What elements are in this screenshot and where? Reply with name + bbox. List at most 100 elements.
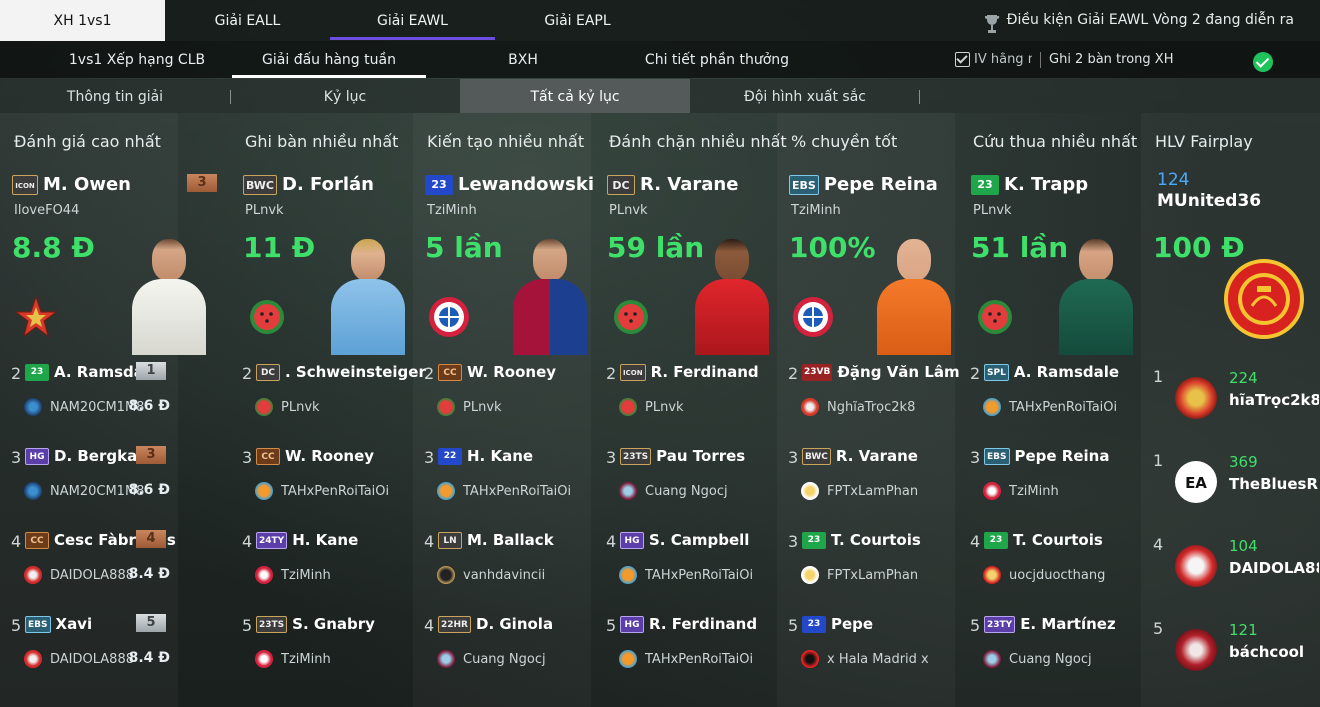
top-username: PLnvk: [973, 203, 1012, 218]
rank-number: 5: [11, 616, 22, 635]
list-item[interactable]: 4 104 DAIDOLA88: [1141, 535, 1319, 615]
checkbox-icon[interactable]: [955, 52, 970, 67]
trophy-icon: [983, 10, 1001, 33]
list-item[interactable]: 3 HG D. Bergkamp 3 NAM20CM1M8 8.6 Đ: [0, 444, 178, 524]
list-item[interactable]: 4 CC Cesc Fàbregas 4 DAIDOLA888 8.4 Đ: [0, 528, 178, 608]
list-item[interactable]: 2 CC W. Rooney PLnvk: [413, 360, 591, 440]
aston-villa-crest-icon: [619, 482, 637, 500]
user-row: DAIDOLA888: [24, 650, 134, 668]
list-item[interactable]: 5 23 Pepe x Hala Madrid x: [777, 612, 955, 692]
season-badge: ICON: [12, 174, 38, 195]
user-row: TAHxPenRoiTaiOi: [437, 482, 571, 500]
user-row: Cuang Ngocj: [437, 650, 546, 668]
user-row: TAHxPenRoiTaiOi: [619, 566, 753, 584]
player-name: Xavi: [55, 615, 93, 633]
top-username: IloveFO44: [14, 203, 80, 218]
tab-giai-dau-hang-tuan[interactable]: Giải đấu hàng tuần: [232, 41, 426, 78]
player-name-row: 23VB Đặng Văn Lâm: [802, 363, 960, 381]
rank-number: 5: [1153, 619, 1164, 638]
top-value: 100%: [789, 231, 876, 264]
tab-1vs1-xep-hang-clb[interactable]: 1vs1 Xếp hạng CLB: [42, 41, 232, 78]
list-item[interactable]: 2 23VB Đặng Văn Lâm NghĩaTrọc2k8: [777, 360, 960, 440]
list-item[interactable]: 2 ICON R. Ferdinand PLnvk: [595, 360, 773, 440]
top-player[interactable]: ICON M. Owen: [12, 174, 131, 195]
list-item[interactable]: 1 224 hĩaTrọc2k8: [1141, 367, 1319, 447]
player-name-row: CC W. Rooney: [256, 447, 374, 465]
rank-number: 5: [970, 616, 981, 635]
list-item[interactable]: 5 EBS Xavi 5 DAIDOLA888 8.4 Đ: [0, 612, 178, 692]
rank-badge: 4: [136, 530, 166, 548]
list-item[interactable]: 5 121 báchcool: [1141, 619, 1319, 699]
list-item[interactable]: 5 23TS S. Gnabry TziMinh: [231, 612, 409, 692]
username: FPTxLamPhan: [827, 567, 919, 583]
tab-giai-eall[interactable]: Giải EALL: [165, 0, 330, 41]
top-username: TziMinh: [791, 203, 841, 218]
username: TAHxPenRoiTaiOi: [645, 651, 754, 667]
entry-value: 8.6 Đ: [128, 482, 170, 498]
list-item[interactable]: 3 EBS Pepe Reina TziMinh: [959, 444, 1137, 524]
top-player[interactable]: 23 K. Trapp: [971, 174, 1088, 195]
list-item[interactable]: 4 22HR D. Ginola Cuang Ngocj: [413, 612, 591, 692]
tab-giai-eawl[interactable]: Giải EAWL: [330, 0, 495, 41]
user-row: TziMinh: [255, 566, 331, 584]
rank-number: 3: [788, 448, 799, 467]
top-player[interactable]: BWC D. Forlán: [243, 174, 374, 195]
aston-villa-crest-icon: [437, 650, 455, 668]
list-item[interactable]: 3 23 T. Courtois FPTxLamPhan: [777, 528, 955, 608]
rank-number: 4: [424, 532, 435, 551]
record-column-rating: Đánh giá cao nhất ICON M. Owen 3 IloveFO…: [0, 113, 217, 707]
tab-thong-tin-giai[interactable]: Thông tin giải: [0, 79, 230, 113]
season-badge: DC: [607, 174, 635, 195]
list-item[interactable]: 3 22 H. Kane TAHxPenRoiTaiOi: [413, 444, 591, 524]
tab-doi-hinh-xuat-sac[interactable]: Đội hình xuất sắc: [690, 79, 920, 113]
list-item[interactable]: 3 23TS Pau Torres Cuang Ngocj: [595, 444, 773, 524]
league-notice[interactable]: Điều kiện Giải EAWL Vòng 2 đang diễn ra: [983, 0, 1294, 41]
list-item[interactable]: 4 24TY H. Kane TziMinh: [231, 528, 409, 608]
top-username[interactable]: MUnited36: [1157, 191, 1261, 211]
username: PLnvk: [463, 399, 502, 415]
top-player[interactable]: 23 Lewandowski: [425, 174, 594, 195]
player-name: M. Ballack: [467, 531, 554, 549]
aston-villa-crest-icon: [983, 650, 1001, 668]
watermelon-club-logo: [609, 295, 653, 339]
list-item[interactable]: 2 SPL A. Ramsdale TAHxPenRoiTaiOi: [959, 360, 1137, 440]
tab-xh-1vs1[interactable]: XH 1vs1: [0, 0, 165, 41]
rank-number: 4: [1153, 535, 1164, 554]
top-player[interactable]: DC R. Varane: [607, 174, 738, 195]
tab-bxh[interactable]: BXH: [426, 41, 620, 78]
list-item[interactable]: 3 CC W. Rooney TAHxPenRoiTaiOi: [231, 444, 409, 524]
leverkusen-crest-icon: [801, 650, 819, 668]
username: DAIDOLA888: [50, 651, 134, 667]
list-item[interactable]: 4 LN M. Ballack vanhdavincii: [413, 528, 591, 608]
mission-bar[interactable]: IV hằng ngày Ghi 2 bàn trong XH: [955, 41, 1173, 78]
list-item[interactable]: 1 EA 369 TheBluesR: [1141, 451, 1319, 531]
username: TAHxPenRoiTaiOi: [645, 567, 754, 583]
rank-number: 4: [606, 532, 617, 551]
season-badge: BWC: [802, 447, 831, 465]
rank-number: 5: [242, 616, 253, 635]
top-player[interactable]: EBS Pepe Reina: [789, 174, 938, 195]
tab-tat-ca-ky-luc[interactable]: Tất cả kỷ lục: [460, 79, 690, 113]
list-item[interactable]: 3 BWC R. Varane FPTxLamPhan: [777, 444, 955, 524]
points: 104: [1229, 537, 1258, 555]
list-item[interactable]: 5 23TY E. Martínez Cuang Ngocj: [959, 612, 1137, 692]
username: TziMinh: [1009, 483, 1059, 499]
tab-ky-luc[interactable]: Kỷ lục: [230, 79, 460, 113]
player-name-row: HG R. Ferdinand: [620, 615, 757, 633]
user-row: TziMinh: [255, 650, 331, 668]
list-item[interactable]: 2 DC . Schweinsteiger PLnvk: [231, 360, 426, 440]
list-item[interactable]: 5 HG R. Ferdinand TAHxPenRoiTaiOi: [595, 612, 773, 692]
top-username: PLnvk: [245, 203, 284, 218]
watermelon-club-logo: [245, 295, 289, 339]
rank-number: 3: [788, 532, 799, 551]
list-item[interactable]: 2 23 A. Ramsdale 1 NAM20CM1M8 8.6 Đ: [0, 360, 178, 440]
rank-number: 2: [242, 364, 253, 383]
dragon-club-logo: [1175, 629, 1217, 671]
top-value: 11 Đ: [243, 231, 316, 264]
list-item[interactable]: 4 23 T. Courtois uocjduocthang: [959, 528, 1137, 608]
list-item[interactable]: 4 HG S. Campbell TAHxPenRoiTaiOi: [595, 528, 773, 608]
tab-giai-eapl[interactable]: Giải EAPL: [495, 0, 660, 41]
tab-chi-tiet-phan-thuong[interactable]: Chi tiết phần thưởng: [620, 41, 814, 78]
player-name-row: 23 Pepe: [802, 615, 873, 633]
player-name: D. Forlán: [282, 174, 374, 195]
